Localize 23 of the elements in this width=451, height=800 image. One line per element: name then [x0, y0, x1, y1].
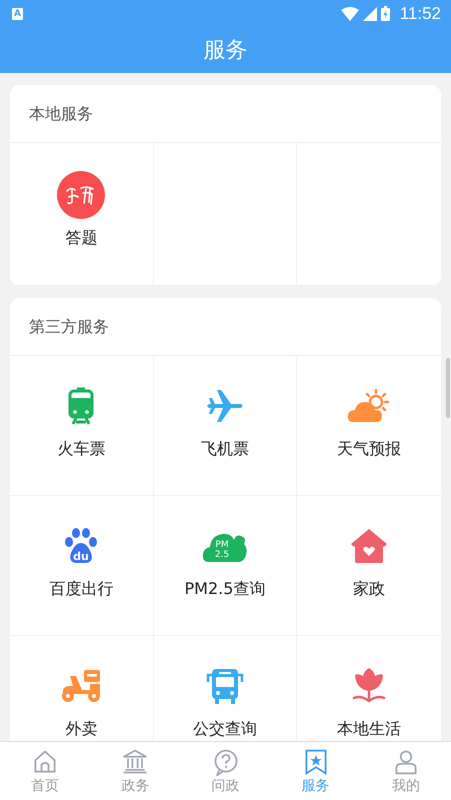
- question-bubble-icon: [212, 748, 240, 776]
- clock-time: 11:52: [400, 4, 441, 24]
- bus-icon: [204, 667, 245, 705]
- section-title: 第三方服务: [10, 298, 441, 356]
- notification-icon: A: [12, 8, 23, 20]
- house-heart-icon: [350, 528, 388, 564]
- scrollbar: [446, 358, 450, 418]
- service-tile[interactable]: 飞机票: [154, 356, 298, 496]
- calligraphy-logo-icon: [57, 171, 106, 219]
- service-tile[interactable]: 答题: [10, 143, 154, 286]
- page-title: 服务: [204, 37, 248, 65]
- battery-icon: [380, 6, 390, 21]
- scooter-icon: [60, 669, 102, 703]
- service-tile[interactable]: 家政: [297, 496, 441, 636]
- section-title: 本地服务: [10, 85, 441, 143]
- service-tile[interactable]: PM 2.5 PM2.5查询: [154, 496, 298, 636]
- cloud-sun-icon: [347, 388, 392, 424]
- bank-icon: [121, 748, 150, 776]
- service-tile[interactable]: du 百度出行: [10, 496, 154, 636]
- wifi-icon: [340, 6, 359, 20]
- signal-icon: [362, 6, 377, 20]
- service-tile[interactable]: 天气预报: [297, 356, 441, 496]
- service-tile[interactable]: 火车票: [10, 356, 154, 496]
